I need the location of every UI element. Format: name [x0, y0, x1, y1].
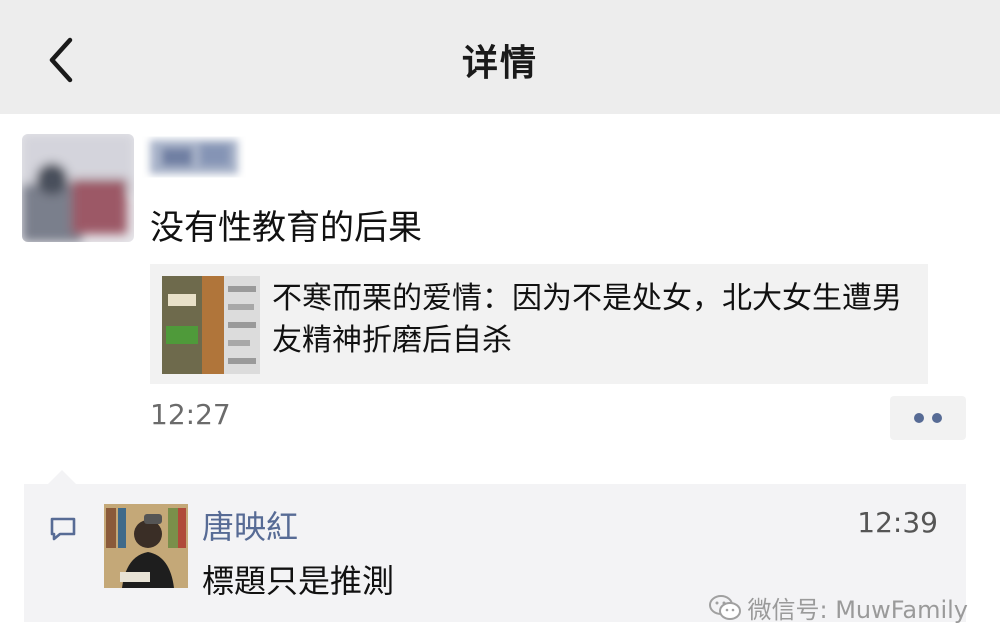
link-title: 不寒而栗的爱情：因为不是处女，北大女生遭男友精神折磨后自杀	[272, 281, 902, 358]
post-time: 12:27	[150, 398, 231, 431]
watermark-text: 微信号: MuwFamily	[747, 596, 969, 624]
avatar[interactable]	[22, 134, 134, 242]
comment-author-name[interactable]: 唐映紅	[202, 502, 298, 548]
more-dots-icon	[914, 413, 924, 423]
more-actions-button[interactable]	[890, 396, 966, 440]
wechat-icon	[708, 594, 741, 620]
more-dots-icon	[932, 413, 942, 423]
comment-avatar[interactable]	[104, 504, 188, 588]
comment-pointer	[48, 470, 76, 484]
comment-time: 12:39	[857, 506, 938, 539]
link-card[interactable]: 不寒而栗的爱情：因为不是处女，北大女生遭男友精神折磨后自杀	[150, 264, 928, 384]
post-text: 没有性教育的后果	[150, 208, 422, 248]
comment-bubble-icon	[48, 514, 78, 544]
post-author-name[interactable]	[142, 130, 246, 184]
page-title: 详情	[461, 43, 538, 84]
link-thumbnail	[162, 276, 260, 374]
watermark: 微信号: MuwFamily	[708, 590, 969, 625]
nav-bar: 详情	[0, 0, 1000, 114]
comment-text: 標題只是推測	[202, 562, 395, 600]
